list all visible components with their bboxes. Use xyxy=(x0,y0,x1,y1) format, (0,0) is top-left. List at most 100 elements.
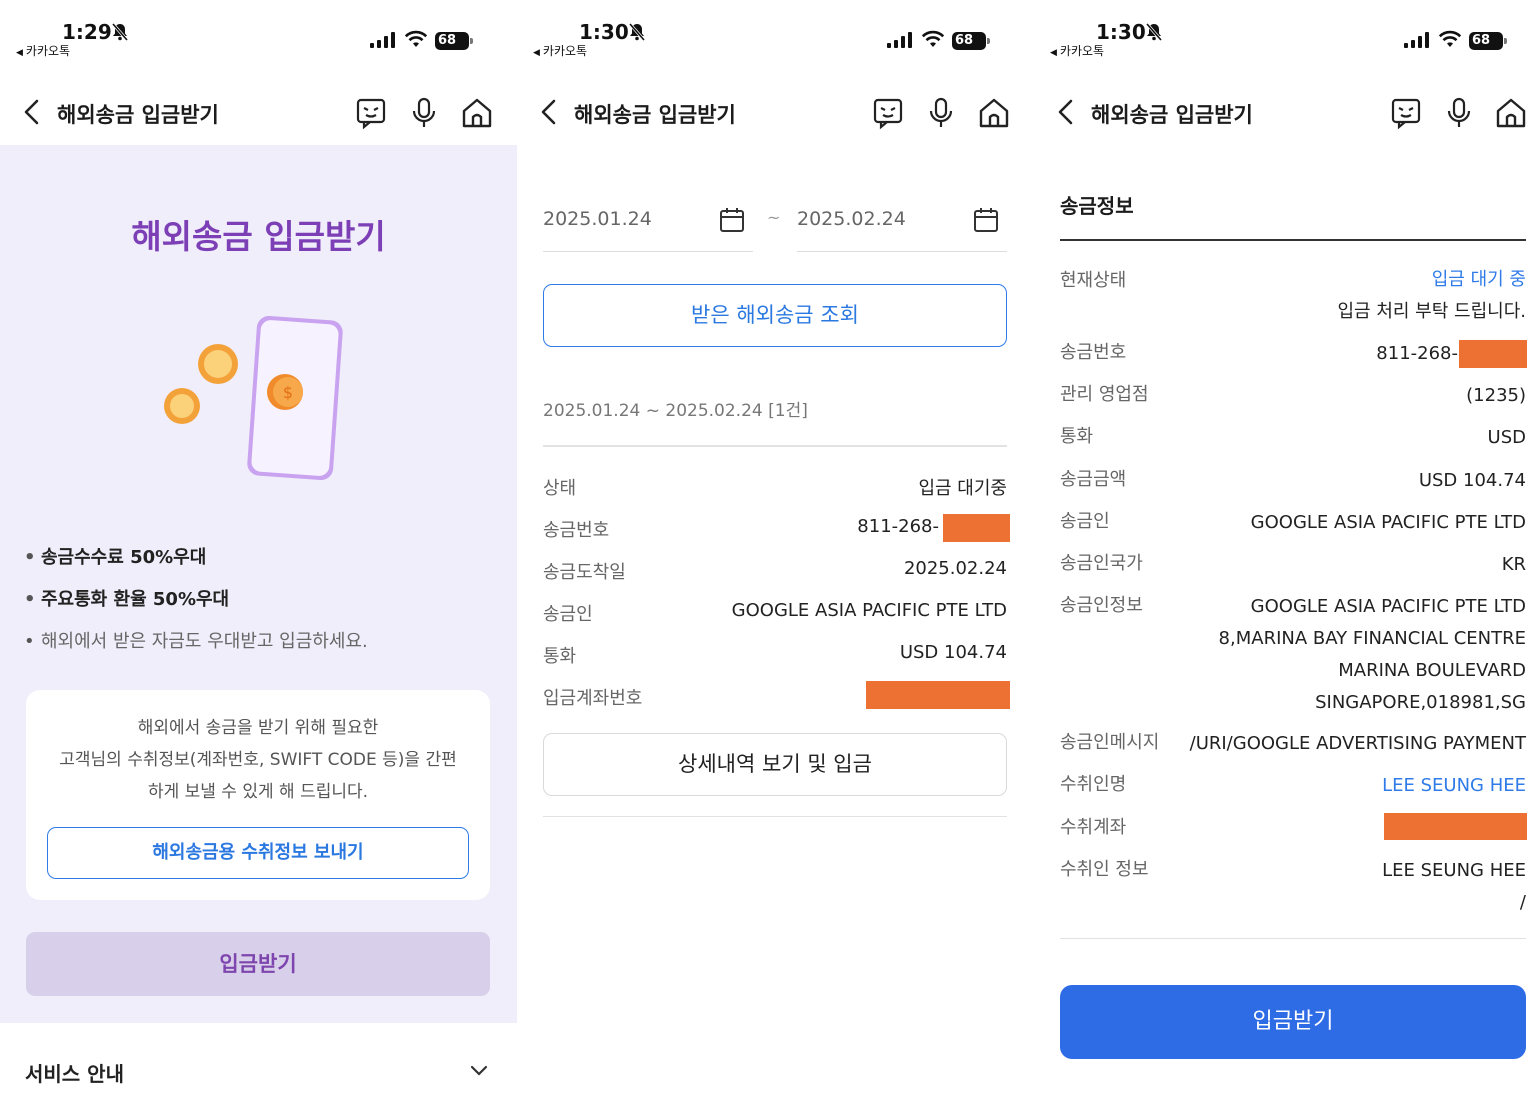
status-time: 1:30 xyxy=(579,20,629,44)
row-key: 송금금액 xyxy=(1060,469,1127,490)
detail-row: 송금인 GOOGLE ASIA PACIFIC PTE LTD xyxy=(1060,507,1526,539)
row-value: LEE SEUNG HEE / xyxy=(1382,855,1526,919)
microphone-icon[interactable] xyxy=(407,96,441,130)
back-chevron-icon[interactable] xyxy=(22,98,42,130)
back-chevron-icon[interactable] xyxy=(1056,98,1076,130)
screen-1: 1:29 ◀ 카카오톡 68 해외송금 입금받기 해외송금 입금받기 $ • 송… xyxy=(0,0,517,1103)
screen-3: 1:30 ◀ 카카오톡 68 해외송금 입금받기 송금정보 현재상태 입금 대기… xyxy=(1034,0,1539,1103)
card-line: 하게 보낼 수 있게 해 드립니다. xyxy=(147,782,369,802)
status-time: 1:30 xyxy=(1096,20,1146,44)
back-to-app-link[interactable]: ◀ 카카오톡 xyxy=(1050,42,1104,59)
row-key: 수취계좌 xyxy=(1060,817,1127,838)
divider xyxy=(543,445,1007,447)
row-key: 송금인국가 xyxy=(1060,553,1143,574)
status-row: 현재상태 입금 대기 중 입금 처리 부탁 드립니다. xyxy=(1060,264,1526,330)
row-key: 송금도착일 xyxy=(543,562,626,583)
detail-row: 송금금액 USD 104.74 xyxy=(1060,465,1526,497)
calendar-icon[interactable] xyxy=(973,207,999,237)
benefit-text: 해외에서 받은 자금도 우대받고 입금하세요. xyxy=(41,631,368,652)
back-app-label: 카카오톡 xyxy=(1059,44,1105,58)
row-value: /URI/GOOGLE ADVERTISING PAYMENT xyxy=(1189,733,1526,754)
status-value: 입금 대기 중 xyxy=(1431,269,1526,290)
receive-deposit-button[interactable]: 입금받기 xyxy=(1060,985,1526,1059)
value-line: / xyxy=(1519,892,1526,913)
divider xyxy=(543,816,1007,817)
value-line: LEE SEUNG HEE xyxy=(1382,860,1526,881)
calendar-icon[interactable] xyxy=(719,207,745,237)
detail-row: 수취계좌 xyxy=(1060,813,1527,845)
top-header: 해외송금 입금받기 xyxy=(0,84,517,140)
send-receive-info-button[interactable]: 해외송금용 수취정보 보내기 xyxy=(47,827,469,879)
value-line: SINGAPORE,018981,SG xyxy=(1315,692,1526,713)
remittance-row: 송금도착일 2025.02.24 xyxy=(543,558,1007,590)
back-to-app-link[interactable]: ◀ 카카오톡 xyxy=(533,42,587,59)
benefit-item: • 송금수수료 50%우대 xyxy=(24,547,207,568)
value-line: GOOGLE ASIA PACIFIC PTE LTD xyxy=(1250,596,1526,617)
chatbot-icon[interactable] xyxy=(871,96,905,130)
redacted-block xyxy=(866,681,1010,709)
value-line: MARINA BOULEVARD xyxy=(1338,660,1526,681)
benefit-list: • 송금수수료 50%우대 • 주요통화 환율 50%우대 • 해외에서 받은 자금도… xyxy=(24,545,368,671)
microphone-icon[interactable] xyxy=(924,96,958,130)
chevron-down-icon xyxy=(469,1063,489,1082)
svg-text:$: $ xyxy=(283,383,293,402)
status-note: 입금 처리 부탁 드립니다. xyxy=(1337,301,1527,322)
phone-coins-illustration: $ xyxy=(160,312,360,492)
row-value: USD 104.74 xyxy=(899,642,1007,663)
home-icon[interactable] xyxy=(1494,96,1528,130)
row-key: 송금인 xyxy=(543,604,593,625)
row-key: 관리 영업점 xyxy=(1060,384,1149,405)
back-to-app-link[interactable]: ◀ 카카오톡 xyxy=(16,42,70,59)
row-value: 2025.02.24 xyxy=(903,558,1007,579)
wifi-icon xyxy=(404,30,428,52)
row-value: 811-268- xyxy=(1376,343,1458,364)
start-date-value: 2025.01.24 xyxy=(543,208,652,230)
bell-muted-icon xyxy=(1144,22,1164,46)
row-value: GOOGLE ASIA PACIFIC PTE LTD xyxy=(1250,512,1526,533)
microphone-icon[interactable] xyxy=(1442,96,1476,130)
benefit-text: 송금수수료 50%우대 xyxy=(41,547,207,568)
chatbot-icon[interactable] xyxy=(1389,96,1423,130)
row-key: 현재상태 xyxy=(1060,270,1127,291)
signal-icon xyxy=(887,32,913,52)
battery-indicator: 68 xyxy=(435,32,473,50)
detail-row: 수취인명 LEE SEUNG HEE xyxy=(1060,770,1526,802)
home-icon[interactable] xyxy=(977,96,1011,130)
search-remittance-button[interactable]: 받은 해외송금 조회 xyxy=(543,284,1007,347)
benefit-text: 주요통화 환율 50%우대 xyxy=(41,589,230,610)
row-key: 수취인명 xyxy=(1060,774,1127,795)
back-app-label: 카카오톡 xyxy=(542,44,588,58)
card-description: 해외에서 송금을 받기 위해 필요한 고객님의 수취정보(계좌번호, SWIFT… xyxy=(26,712,490,808)
detail-row: 수취인 정보 LEE SEUNG HEE / xyxy=(1060,855,1526,919)
chatbot-icon[interactable] xyxy=(354,96,388,130)
end-date-field[interactable]: 2025.02.24 xyxy=(797,190,1007,252)
home-icon[interactable] xyxy=(460,96,494,130)
page-title: 해외송금 입금받기 xyxy=(1091,103,1253,127)
row-value: USD 104.74 xyxy=(1418,470,1526,491)
detail-row: 송금번호 811-268- xyxy=(1060,338,1527,370)
status-bar: 1:30 ◀ 카카오톡 68 xyxy=(517,0,1034,70)
receive-deposit-button[interactable]: 입금받기 xyxy=(26,932,490,996)
row-key: 통화 xyxy=(1060,426,1094,447)
wifi-icon xyxy=(921,30,945,52)
row-value: (1235) xyxy=(1466,385,1526,406)
row-key: 입금계좌번호 xyxy=(543,688,643,709)
top-header: 해외송금 입금받기 xyxy=(517,84,1034,140)
start-date-field[interactable]: 2025.01.24 xyxy=(543,190,753,252)
row-key: 송금번호 xyxy=(1060,342,1127,363)
search-range-summary: 2025.01.24 ~ 2025.02.24 [1건] xyxy=(543,401,808,421)
redacted-block xyxy=(1384,813,1527,840)
section-divider xyxy=(1060,239,1526,241)
value-line: 8,MARINA BAY FINANCIAL CENTRE xyxy=(1218,628,1526,649)
row-value: GOOGLE ASIA PACIFIC PTE LTD xyxy=(731,600,1007,621)
card-line: 고객님의 수취정보(계좌번호, SWIFT CODE 등)을 간편 xyxy=(59,750,457,770)
bell-muted-icon xyxy=(627,22,647,46)
benefit-item: • 해외에서 받은 자금도 우대받고 입금하세요. xyxy=(24,631,368,652)
service-guide-toggle[interactable]: 서비스 안내 xyxy=(0,1023,517,1103)
row-value: LEE SEUNG HEE xyxy=(1382,775,1526,796)
status-bar: 1:29 ◀ 카카오톡 68 xyxy=(0,0,517,70)
view-details-deposit-button[interactable]: 상세내역 보기 및 입금 xyxy=(543,733,1007,796)
status-time: 1:29 xyxy=(62,20,112,44)
screen-2: 1:30 ◀ 카카오톡 68 해외송금 입금받기 2025.01.24 ~ 20… xyxy=(517,0,1034,1103)
back-chevron-icon[interactable] xyxy=(539,98,559,130)
